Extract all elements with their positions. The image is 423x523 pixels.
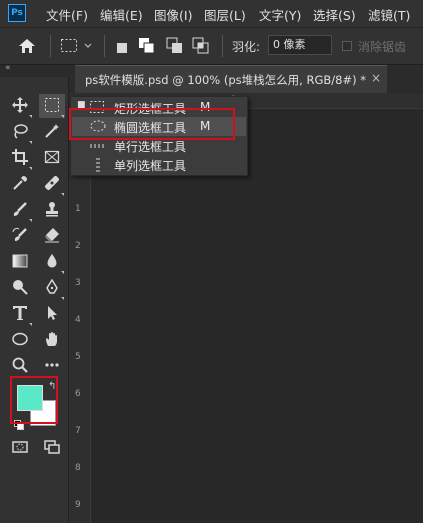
ruler-label: 1 [75,204,81,214]
stamp-icon[interactable] [39,198,65,222]
dodge-icon[interactable] [7,276,33,300]
zoom-icon[interactable] [7,354,33,378]
ruler-label: 4 [75,315,81,325]
quick-mask-icon[interactable] [7,436,33,460]
flyout-item-label: 单列选框工具 [114,159,187,173]
menu-filter[interactable]: 滤镜(T) [368,5,410,24]
collapse-arrows-icon[interactable]: « [5,63,11,73]
menu-layer[interactable]: 图层(L) [204,5,246,24]
tool-group-indicator [61,193,64,196]
eyedropper-icon[interactable] [7,172,33,196]
options-separator [50,35,51,57]
panel-collapse-handle[interactable]: « [0,63,69,77]
single-column-marquee-icon [90,158,106,175]
ruler-label: 3 [75,278,81,288]
color-swatch-highlight [10,376,58,424]
ruler-label: 6 [75,389,81,399]
tool-group-indicator [61,115,64,118]
antialias-label: 消除锯齿 [358,40,407,54]
ruler-label: 9 [75,500,81,510]
hand-icon[interactable] [39,328,65,352]
gradient-icon[interactable] [7,250,33,274]
menu-type[interactable]: 文字(Y) [259,5,301,24]
screen-mode-icon[interactable] [39,436,65,460]
close-icon[interactable]: × [371,71,381,85]
menu-select[interactable]: 选择(S) [313,5,356,24]
flyout-item-label: 单行选框工具 [114,140,187,154]
tool-group-indicator [29,115,32,118]
menu-edit[interactable]: 编辑(E) [100,5,143,24]
path-select-icon[interactable] [39,302,65,326]
flyout-item-single-column-marquee[interactable]: 单列选框工具 [72,155,246,174]
home-icon[interactable] [18,38,36,58]
options-separator [104,35,105,57]
feather-label: 羽化: [232,40,261,54]
ellipse-shape-icon[interactable] [7,328,33,352]
feather-input[interactable]: 0 像素 [268,35,332,55]
marquee-preset-icon[interactable] [60,38,94,58]
ruler-label: 2 [75,241,81,251]
intersect-selection-icon[interactable] [192,37,210,59]
tool-group-indicator [61,297,64,300]
tool-group-indicator [29,323,32,326]
more-tools-icon[interactable] [39,354,65,378]
add-selection-icon[interactable] [138,37,156,59]
single-row-marquee-icon [90,139,106,154]
tool-group-indicator [29,167,32,170]
frame-icon[interactable] [39,146,65,170]
document-tab-title: ps软件模版.psd @ 100% (ps堆栈怎么用, RGB/8#) * [85,73,366,87]
tool-group-indicator [29,219,32,222]
eraser-icon[interactable] [39,224,65,248]
antialias-checkbox[interactable] [342,41,352,51]
magic-wand-icon[interactable] [39,120,65,144]
menu-image[interactable]: 图像(I) [154,5,192,24]
menu-file[interactable]: 文件(F) [46,5,88,24]
ruler-label: 8 [75,463,81,473]
subtract-selection-icon[interactable] [166,37,184,59]
photoshop-logo[interactable]: Ps [8,4,26,22]
tool-group-indicator [61,271,64,274]
history-brush-icon[interactable] [7,224,33,248]
ellipse-tool-highlight [69,108,235,140]
ruler-label: 5 [75,352,81,362]
options-separator [222,35,223,57]
tool-group-indicator [29,141,32,144]
ruler-label: 7 [75,426,81,436]
new-selection-icon[interactable] [116,39,128,58]
